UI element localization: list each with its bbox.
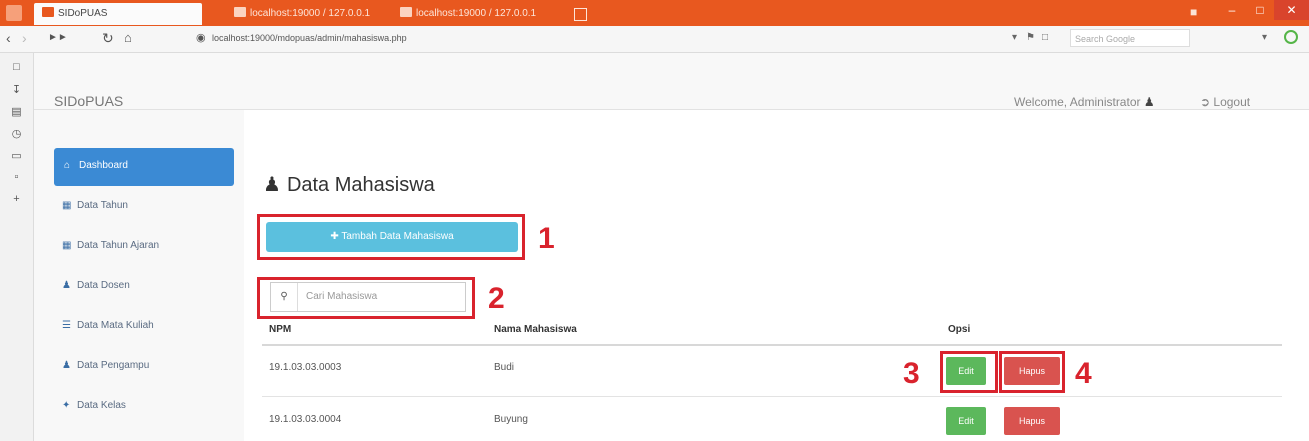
home-icon[interactable]: ⌂ <box>124 29 132 47</box>
search-dropdown-icon[interactable]: ▾ <box>1262 32 1267 43</box>
dropdown-icon[interactable]: ▾ <box>1012 32 1017 43</box>
sidebar-item-label: Data Mata Kuliah <box>77 320 154 331</box>
history-icon[interactable]: ◷ <box>10 127 23 140</box>
extension-icon[interactable] <box>1284 30 1298 44</box>
sidebar: ⌂ Dashboard ▦ Data Tahun ▦ Data Tahun Ajara… <box>34 110 244 441</box>
sidebar-item-data-dosen[interactable]: ♟ Data Dosen <box>52 268 240 304</box>
reload-icon[interactable]: ↻ <box>102 29 114 47</box>
sidebar-item-data-mata-kuliah[interactable]: ☰ Data Mata Kuliah <box>52 308 240 344</box>
bookmarks-icon[interactable]: □ <box>10 61 23 73</box>
list-icon: ☰ <box>62 320 71 331</box>
wrench-icon: ✦ <box>62 400 71 411</box>
sidebar-item-label: Data Pengampu <box>77 360 150 371</box>
user-icon: ♟ <box>263 174 281 196</box>
add-panel-icon[interactable]: + <box>10 193 23 205</box>
annotation-label-2: 2 <box>488 282 505 315</box>
column-header-opsi: Opsi <box>948 324 971 335</box>
annotation-box-2 <box>257 277 475 319</box>
close-window-button[interactable]: ✕ <box>1274 0 1309 20</box>
sidebar-item-data-tahun[interactable]: ▦ Data Tahun <box>52 188 240 224</box>
tab-localhost-1[interactable]: localhost:19000 / 127.0.0.1 <box>226 3 378 25</box>
table-row-divider <box>262 396 1282 397</box>
tab-favicon-icon <box>234 7 246 17</box>
sidebar-item-dashboard[interactable]: ⌂ Dashboard <box>54 148 234 186</box>
brand-link[interactable]: SIDoPUAS <box>54 93 123 109</box>
annotation-label-3: 3 <box>903 357 920 390</box>
welcome-label: Welcome, Administrator <box>1014 95 1141 109</box>
row-1-npm: 19.1.03.03.0003 <box>269 362 342 373</box>
sidebar-item-data-pengampu[interactable]: ♟ Data Pengampu <box>52 348 240 384</box>
sidebar-item-label: Dashboard <box>79 160 128 171</box>
sidebar-item-label: Data Dosen <box>77 280 130 291</box>
home-icon: ⌂ <box>64 160 71 171</box>
page-title-text: Data Mahasiswa <box>286 174 435 196</box>
annotation-box-4 <box>999 351 1065 393</box>
tab-favicon-icon <box>400 7 412 17</box>
sidebar-item-label: Data Tahun Ajaran <box>77 240 160 251</box>
annotation-box-1 <box>257 214 525 260</box>
fast-forward-icon[interactable]: ►► <box>48 29 68 47</box>
url-field[interactable]: localhost:19000/mdopuas/admin/mahasiswa.… <box>212 29 992 48</box>
logout-link[interactable]: ➲ Logout <box>1200 95 1250 109</box>
logout-label: Logout <box>1213 95 1251 109</box>
browser-side-panel: □ ↧ ▤ ◷ ▭ ▫ + <box>0 53 34 441</box>
download-icon[interactable]: ↧ <box>10 83 23 96</box>
table-icon: ▦ <box>62 240 72 251</box>
back-icon[interactable]: ‹ <box>6 29 11 47</box>
annotation-label-1: 1 <box>538 222 555 255</box>
search-engine-input[interactable]: Search Google <box>1070 29 1190 47</box>
tab-label: localhost:19000 / 127.0.0.1 <box>250 8 371 19</box>
site-info-icon[interactable]: ◉ <box>196 29 206 47</box>
sidebar-item-data-tahun-ajaran[interactable]: ▦ Data Tahun Ajaran <box>52 228 240 264</box>
user-icon: ♟ <box>62 360 71 371</box>
column-header-nama[interactable]: Nama Mahasiswa <box>494 324 577 335</box>
annotation-box-3 <box>940 351 998 393</box>
browser-title-bar: SIDoPUAS localhost:19000 / 127.0.0.1 loc… <box>0 0 1309 26</box>
forward-icon[interactable]: › <box>22 29 27 47</box>
hapus-button[interactable]: Hapus <box>1004 407 1060 435</box>
column-header-npm[interactable]: NPM <box>269 324 291 335</box>
edit-button[interactable]: Edit <box>946 407 986 435</box>
tab-favicon-icon <box>42 7 54 17</box>
minimize-button[interactable]: – <box>1218 0 1246 20</box>
tab-label: SIDoPUAS <box>58 8 108 19</box>
logout-icon: ➲ <box>1200 95 1211 109</box>
user-icon: ♟ <box>62 280 71 291</box>
row-2-nama: Buyung <box>494 414 528 425</box>
row-1-nama: Budi <box>494 362 515 373</box>
tab-label: localhost:19000 / 127.0.0.1 <box>416 8 537 19</box>
sidebar-item-data-kelas[interactable]: ✦ Data Kelas <box>52 388 240 424</box>
browser-logo-icon[interactable] <box>6 5 22 21</box>
user-icon: ♟ <box>1143 95 1155 109</box>
welcome-user[interactable]: Welcome, Administrator ♟ <box>1014 95 1155 109</box>
table-icon: ▦ <box>62 200 72 211</box>
reader-icon[interactable]: □ <box>1042 32 1048 43</box>
notes-icon[interactable]: ▤ <box>10 105 23 118</box>
sidebar-item-label: Data Kelas <box>77 400 126 411</box>
bookmark-icon[interactable]: ⚑ <box>1026 32 1035 43</box>
window-icon[interactable]: ▭ <box>10 149 23 162</box>
new-tab-button[interactable] <box>574 8 587 21</box>
table-header-divider <box>262 344 1282 346</box>
tab-sidopuas[interactable]: SIDoPUAS <box>34 3 202 25</box>
page-title: ♟ Data Mahasiswa <box>263 172 435 197</box>
annotation-label-4: 4 <box>1075 357 1092 390</box>
tab-localhost-2[interactable]: localhost:19000 / 127.0.0.1 <box>392 3 564 25</box>
maximize-button[interactable]: □ <box>1246 0 1274 20</box>
row-2-npm: 19.1.03.03.0004 <box>269 414 342 425</box>
sidebar-item-label: Data Tahun <box>77 200 128 211</box>
panel-icon[interactable]: ▫ <box>10 171 23 183</box>
profile-icon[interactable]: ■ <box>1190 5 1204 19</box>
address-bar: ‹ › ►► ↻ ⌂ ◉ localhost:19000/mdopuas/adm… <box>0 26 1309 53</box>
